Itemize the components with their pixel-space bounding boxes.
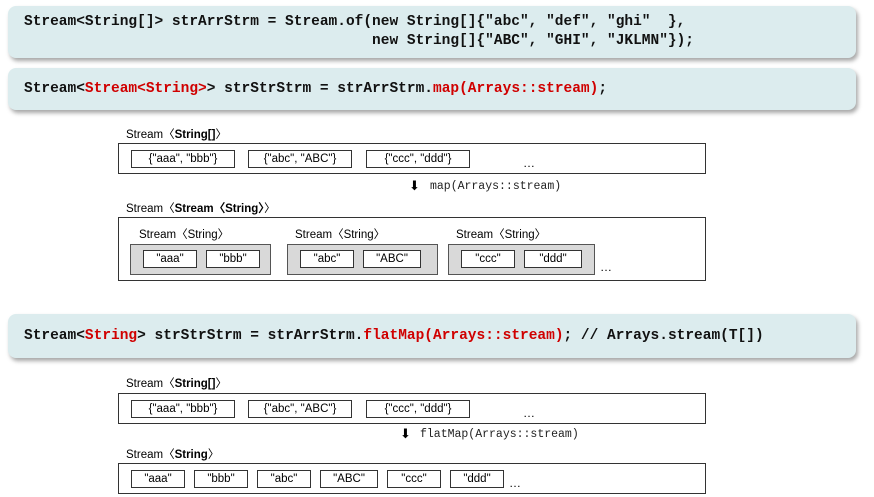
code-call-highlight: map(Arrays::stream) [433,80,599,97]
stream-array-frame: {"aaa", "bbb"} {"abc", "ABC"} {"ccc", "d… [118,143,706,174]
string-element: "ccc" [387,470,441,488]
string-element: "aaa" [143,250,197,268]
code-text: > strStrStrm = strArrStrm. [137,327,364,344]
down-arrow-icon: ⬇ [409,178,420,193]
stream-array-frame: {"aaa", "bbb"} {"abc", "ABC"} {"ccc", "d… [118,393,706,424]
code-line: new String[]{"ABC", "GHI", "JKLMN"}); [24,33,695,49]
array-element: {"abc", "ABC"} [248,400,352,418]
array-element: {"aaa", "bbb"} [131,400,235,418]
string-element: "ddd" [524,250,582,268]
stream-array-label: Stream〈String[]〉 [126,129,227,141]
code-text: ; // Arrays.stream(T[]) [563,327,764,344]
code-type-highlight: Stream<String> [84,80,207,97]
ellipsis: … [509,476,521,490]
inner-stream: "abc" "ABC" [287,244,438,275]
ellipsis: … [523,406,535,420]
operation-label: flatMap(Arrays::stream) [420,428,579,441]
code-text: Stream< [24,80,85,97]
string-element: "ABC" [363,250,421,268]
string-element: "abc" [257,470,311,488]
code-block-stream-of: Stream<String[]> strArrStrm = Stream.of(… [8,6,856,58]
inner-stream: "aaa" "bbb" [130,244,271,275]
string-element: "ddd" [450,470,504,488]
array-element: {"ccc", "ddd"} [366,150,470,168]
array-element: {"abc", "ABC"} [248,150,352,168]
operation-label: map(Arrays::stream) [430,180,562,193]
stream-string-label: Stream〈String〉 [126,449,220,461]
code-text: > strStrStrm = strArrStrm. [206,80,433,97]
code-text: ; [598,80,608,97]
code-call-highlight: flatMap(Arrays::stream) [363,327,564,344]
string-element: "ABC" [320,470,378,488]
code-text: Stream< [24,327,85,344]
stream-stream-label: Stream〈Stream〈String〉〉 [126,203,276,215]
stream-string-frame: "aaa" "bbb" "abc" "ABC" "ccc" "ddd" … [118,463,706,494]
stream-array-label: Stream〈String[]〉 [126,378,227,390]
string-element: "bbb" [194,470,248,488]
ellipsis: … [523,156,535,170]
group-label: Stream〈String〉 [139,229,230,241]
array-element: {"ccc", "ddd"} [366,400,470,418]
ellipsis: … [600,260,612,274]
string-element: "ccc" [461,250,515,268]
stream-stream-frame: Stream〈String〉 "aaa" "bbb" Stream〈String… [118,217,706,281]
group-label: Stream〈String〉 [295,229,386,241]
down-arrow-icon: ⬇ [400,426,411,441]
code-block-flatmap: Stream<String> strStrStrm = strArrStrm.f… [8,314,856,358]
code-block-map: Stream<Stream<String>> strStrStrm = strA… [8,68,856,110]
code-line: Stream<String[]> strArrStrm = Stream.of(… [24,14,686,30]
string-element: "bbb" [206,250,260,268]
array-element: {"aaa", "bbb"} [131,150,235,168]
inner-stream: "ccc" "ddd" [448,244,595,275]
group-label: Stream〈String〉 [456,229,547,241]
string-element: "abc" [300,250,354,268]
code-type-highlight: String [84,327,138,344]
string-element: "aaa" [131,470,185,488]
